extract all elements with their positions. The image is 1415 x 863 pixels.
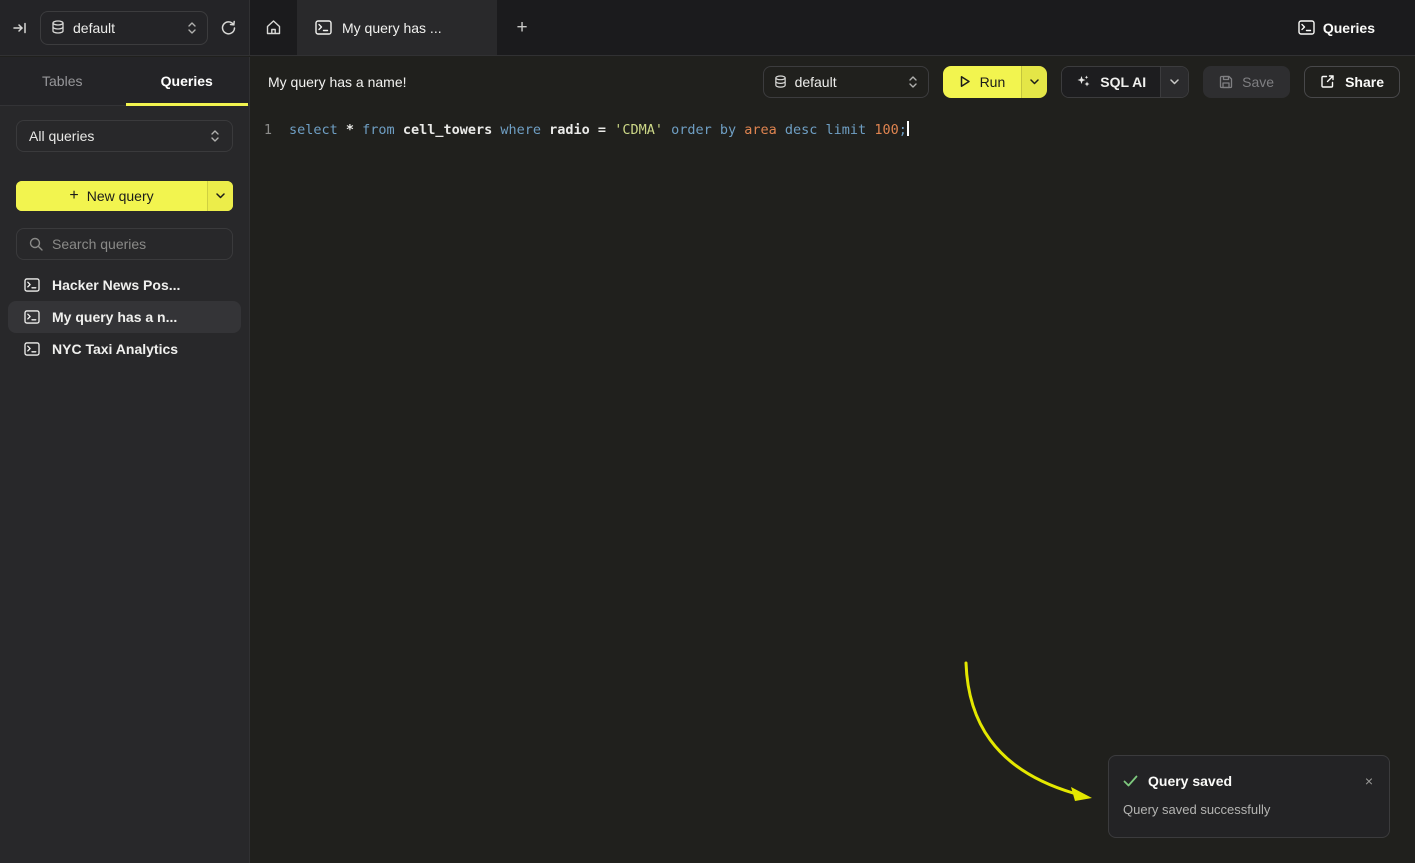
run-button-label: Run: [980, 74, 1006, 90]
code-line[interactable]: 1 select * from cell_towers where radio …: [251, 119, 1415, 141]
query-filter-select[interactable]: All queries: [16, 120, 233, 152]
database-selector-value: default: [73, 20, 179, 36]
sidebar-tabs: Tables Queries: [0, 57, 249, 106]
collapse-sidebar-button[interactable]: [12, 20, 28, 36]
query-list-item-selected[interactable]: My query has a n...: [8, 301, 241, 333]
sidebar-tab-tables[interactable]: Tables: [0, 57, 125, 105]
topbar-tabs-section: My query has ... + Queries: [250, 0, 1415, 55]
query-item-label: NYC Taxi Analytics: [52, 341, 178, 357]
chevron-down-icon: [1170, 79, 1179, 85]
run-button[interactable]: Run: [943, 66, 1022, 98]
sql-code[interactable]: select * from cell_towers where radio = …: [289, 119, 909, 141]
query-list-item[interactable]: NYC Taxi Analytics: [8, 333, 241, 365]
topbar: default: [0, 0, 1415, 56]
query-tab[interactable]: My query has ...: [297, 0, 497, 55]
home-button[interactable]: [250, 0, 297, 55]
refresh-icon: [220, 19, 237, 36]
toast-title: Query saved: [1148, 773, 1353, 789]
search-queries-input[interactable]: [52, 236, 233, 252]
database-icon: [51, 20, 65, 35]
query-toolbar: My query has a name! default: [251, 57, 1415, 106]
share-icon: [1320, 74, 1335, 89]
query-list: Hacker News Pos... My query has a n... N…: [16, 269, 233, 365]
terminal-icon: [24, 310, 40, 324]
text-cursor: [907, 121, 909, 136]
new-query-label: New query: [87, 188, 154, 204]
terminal-icon: [315, 20, 332, 35]
chevron-down-icon: [1030, 79, 1039, 85]
database-selector-topbar[interactable]: default: [40, 11, 208, 45]
search-icon: [29, 237, 43, 251]
queries-indicator-label: Queries: [1323, 20, 1375, 36]
sidebar-body: All queries + New query: [0, 106, 249, 365]
database-selector-toolbar[interactable]: default: [763, 66, 929, 98]
line-number: 1: [257, 119, 279, 141]
sql-ai-button[interactable]: SQL AI: [1062, 67, 1160, 97]
toast-message: Query saved successfully: [1123, 802, 1375, 817]
query-list-item[interactable]: Hacker News Pos...: [8, 269, 241, 301]
sql-ai-split-button: SQL AI: [1061, 66, 1189, 98]
terminal-icon: [1298, 20, 1315, 35]
collapse-sidebar-icon: [12, 20, 28, 36]
share-button[interactable]: Share: [1304, 66, 1400, 98]
check-icon: [1123, 775, 1138, 787]
chevron-up-down-icon: [908, 75, 918, 89]
chevron-down-icon: [216, 193, 225, 199]
sidebar-tab-queries[interactable]: Queries: [125, 57, 250, 105]
terminal-icon: [24, 278, 40, 292]
sql-ai-caret[interactable]: [1160, 67, 1188, 97]
database-selector-value: default: [795, 74, 900, 90]
sql-ai-label: SQL AI: [1100, 74, 1146, 90]
query-search: [16, 228, 233, 260]
query-tab-label: My query has ...: [342, 20, 442, 36]
new-query-split-button: + New query: [16, 181, 233, 211]
play-icon: [959, 75, 971, 88]
save-button-label: Save: [1242, 74, 1274, 90]
plus-icon: +: [69, 187, 78, 205]
toast-header: Query saved ×: [1123, 772, 1375, 790]
annotation-arrow: [251, 57, 1415, 863]
query-title: My query has a name!: [268, 74, 749, 90]
query-filter-value: All queries: [29, 128, 210, 144]
query-item-label: Hacker News Pos...: [52, 277, 180, 293]
chevron-up-down-icon: [187, 21, 197, 35]
refresh-button[interactable]: [220, 19, 237, 36]
new-query-button[interactable]: + New query: [16, 181, 207, 211]
query-item-label: My query has a n...: [52, 309, 177, 325]
save-button[interactable]: Save: [1203, 66, 1290, 98]
run-split-button: Run: [943, 66, 1048, 98]
sparkles-icon: [1076, 74, 1091, 89]
toast-query-saved: Query saved × Query saved successfully: [1108, 755, 1390, 838]
sql-editor[interactable]: 1 select * from cell_towers where radio …: [251, 106, 1415, 141]
run-options-caret[interactable]: [1021, 66, 1047, 98]
new-tab-button[interactable]: +: [497, 0, 547, 55]
chevron-up-down-icon: [210, 129, 220, 143]
home-icon: [265, 19, 282, 36]
queries-indicator[interactable]: Queries: [1298, 0, 1375, 55]
share-button-label: Share: [1345, 74, 1384, 90]
terminal-icon: [24, 342, 40, 356]
topbar-spacer: [547, 0, 1298, 55]
toast-close-button[interactable]: ×: [1363, 772, 1375, 790]
sidebar: Tables Queries All queries + New query: [0, 57, 250, 863]
save-icon: [1219, 75, 1233, 89]
topbar-sidebar-section: default: [0, 0, 250, 55]
main-panel: My query has a name! default: [251, 57, 1415, 863]
new-query-caret-button[interactable]: [207, 181, 233, 211]
database-icon: [774, 75, 787, 89]
